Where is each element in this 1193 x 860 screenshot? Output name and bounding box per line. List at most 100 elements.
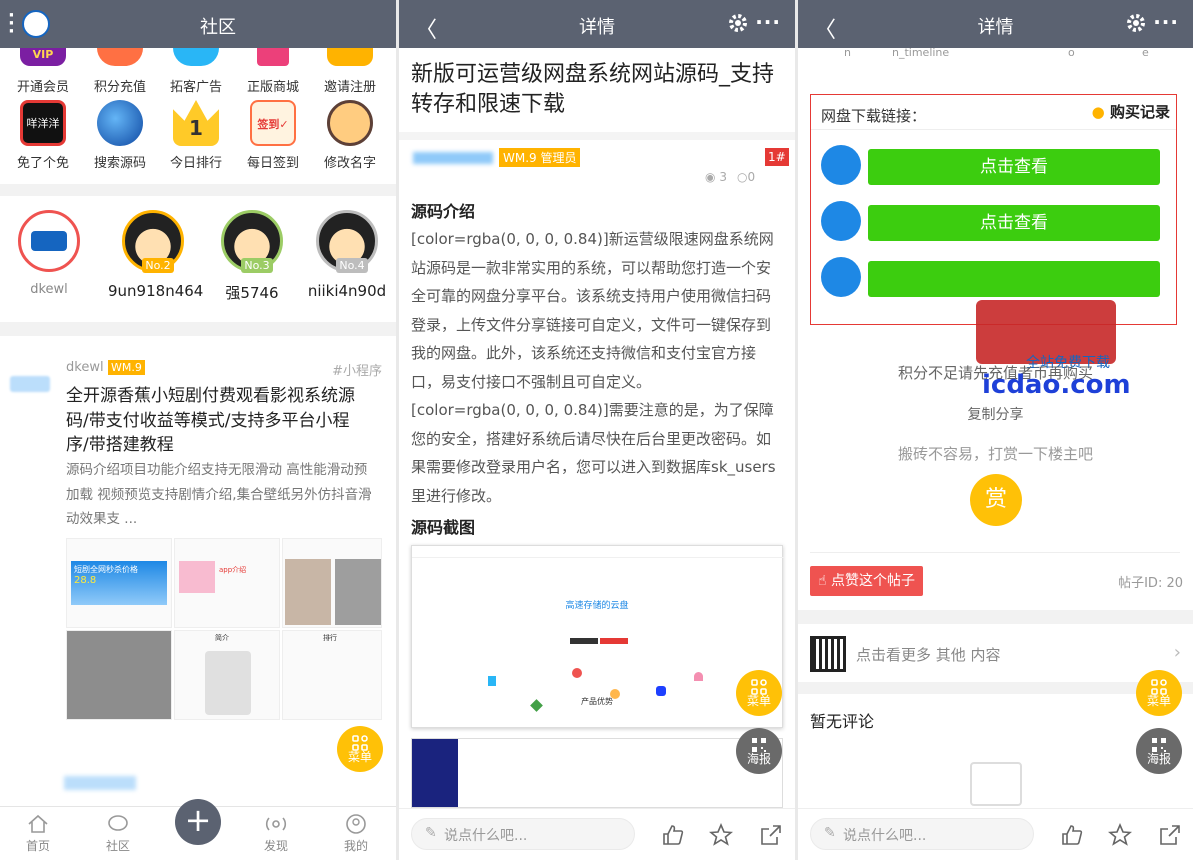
fab-label: 菜单 <box>746 694 771 708</box>
purchase-label: 购买记录 <box>1109 103 1170 121</box>
grid-item-invite[interactable]: 邀请注册 <box>314 48 386 95</box>
grid-item-shop[interactable]: 正版商城 <box>237 48 309 95</box>
tab-label: 我的 <box>343 839 368 853</box>
intro-paragraph: [color=rgba(0, 0, 0, 0.84)]新运营级限速网盘系统网站源… <box>411 230 774 391</box>
broadcast-icon <box>265 817 287 831</box>
comment-bar: 说点什么吧... ✎ <box>798 808 1193 860</box>
rank-user-4[interactable]: No.4 niiki4n90d <box>302 210 392 300</box>
tab-home[interactable]: 首页 <box>8 813 68 854</box>
gear-icon[interactable] <box>1125 12 1147 34</box>
view-link-button-2[interactable]: 点击查看 <box>868 205 1160 241</box>
rank-user-2[interactable]: No.2 9un918n464 <box>108 210 203 300</box>
post-add-button[interactable]: + <box>175 799 221 845</box>
more-vertical-icon[interactable]: · · · <box>8 7 15 41</box>
tab-label: 社区 <box>105 839 130 853</box>
divider <box>811 129 1176 130</box>
divider <box>399 132 795 140</box>
decor-dot <box>694 672 703 681</box>
grid-item-search[interactable]: 搜索源码 <box>84 100 156 171</box>
view-link-button-3[interactable] <box>868 261 1160 297</box>
poster-fab[interactable]: 海报 <box>1136 728 1182 774</box>
gift-icon <box>327 48 373 66</box>
qrcode-icon <box>1152 738 1166 752</box>
community-panel: · · · 社区 VIP 开通会员 积分充值 拓客广告 正版商城 邀请注册 咩洋洋 … <box>0 0 396 860</box>
comment-input[interactable]: 说点什么吧... <box>810 818 1034 850</box>
detail-panel-article: 〈 详情 ··· 新版可运营级网盘系统网站源码_支持转存和限速下载 WM.9 管… <box>399 0 795 860</box>
copy-share-link[interactable]: 复制分享 <box>798 404 1193 424</box>
free-icon: 咩洋洋 <box>20 100 66 146</box>
view-link-button-1[interactable]: 点击查看 <box>868 149 1160 185</box>
avatar: No.3 <box>221 210 283 273</box>
admin-sidebar <box>412 739 458 807</box>
more-content-link[interactable]: 点击看更多 其他 内容 › <box>798 626 1193 682</box>
more-icon[interactable]: ··· <box>755 10 781 34</box>
grid-item-rank[interactable]: 1 今日排行 <box>160 100 232 171</box>
grid-label: 今日排行 <box>169 156 222 171</box>
poster-fab[interactable]: 海报 <box>736 728 782 774</box>
post-thumbnail-6[interactable]: 排行 <box>282 630 382 720</box>
post-thumbnail-1[interactable]: 短剧全网秒杀价格 28.8 <box>66 538 172 628</box>
like-label: 点赞这个帖子 <box>830 573 915 589</box>
level-badge: WM.9 管理员 <box>499 148 581 167</box>
post-id: 帖子ID: 20 <box>1118 576 1183 591</box>
reward-button[interactable]: 赏 <box>970 474 1022 526</box>
qrcode-icon <box>810 636 846 672</box>
watermark-domain: icdao.com <box>982 370 1131 400</box>
grid-item-recharge[interactable]: 积分充值 <box>84 48 156 95</box>
fab-label: 菜单 <box>347 750 372 764</box>
purchase-record-link[interactable]: ● 购买记录 <box>1092 101 1170 122</box>
face-icon <box>327 100 373 146</box>
vip-icon: VIP <box>20 48 66 66</box>
post-thumbnail-3[interactable] <box>282 538 382 628</box>
grid-item-checkin[interactable]: 签到✓ 每日签到 <box>237 100 309 171</box>
post-thumbnail-4[interactable] <box>66 630 172 720</box>
post-card[interactable]: dkewl WM.9 #小程序 全开源香蕉小短剧付费观看影视系统源码/带支付收益… <box>0 336 396 756</box>
fab-label: 海报 <box>1146 752 1171 766</box>
empty-state-icon <box>970 762 1022 806</box>
star-icon[interactable] <box>1108 823 1132 847</box>
post-thumbnail-2[interactable]: app介绍 <box>174 538 280 628</box>
share-icon[interactable] <box>1158 823 1182 847</box>
menu-fab[interactable]: 菜单 <box>1136 670 1182 716</box>
like-post-button[interactable]: ☝ 点赞这个帖子 <box>810 566 923 596</box>
menu-fab[interactable]: 菜单 <box>337 726 383 772</box>
more-icon[interactable]: ··· <box>1153 10 1179 34</box>
tab-me[interactable]: 我的 <box>326 813 386 854</box>
decor-dot <box>572 668 582 678</box>
rank-user-1[interactable]: dkewl <box>4 210 94 297</box>
level-badge: WM.9 <box>108 360 145 375</box>
grid-label: 修改名字 <box>323 156 376 171</box>
grid-item-vip[interactable]: VIP 开通会员 <box>7 48 79 95</box>
section-heading: 源码介绍 <box>411 202 476 221</box>
rank-badge: No.2 <box>142 258 174 273</box>
screenshot-2[interactable] <box>411 738 783 808</box>
thumb-image <box>179 561 215 593</box>
decor-dot <box>656 686 666 696</box>
tab-discover[interactable]: 发现 <box>246 813 306 854</box>
grid-item-ads[interactable]: 拓客广告 <box>160 48 232 95</box>
thumbs-up-icon[interactable] <box>661 823 685 847</box>
share-icon[interactable] <box>759 823 783 847</box>
screenshot-1[interactable]: 高速存储的云盘 产品优势 <box>411 545 784 728</box>
tab-community[interactable]: 社区 <box>88 813 148 854</box>
grid-item-free[interactable]: 咩洋洋 免了个免 <box>7 100 79 171</box>
post-thumbnail-5[interactable]: 简介 <box>174 630 280 720</box>
screenshot-nav <box>412 546 784 558</box>
comment-input[interactable]: 说点什么吧... <box>411 818 635 850</box>
gear-icon[interactable] <box>727 12 749 34</box>
grid-item-rename[interactable]: 修改名字 <box>314 100 386 171</box>
menu-fab[interactable]: 菜单 <box>736 670 782 716</box>
home-icon <box>28 814 48 833</box>
grid-label: 邀请注册 <box>323 80 376 95</box>
thumb-text: 排行 <box>323 634 337 642</box>
thumbs-up-icon[interactable] <box>1060 823 1084 847</box>
no-comments-label: 暂无评论 <box>810 712 875 731</box>
post-title[interactable]: 全开源香蕉小短剧付费观看影视系统源码/带支付收益等模式/支持多平台小程序/带搭建… <box>66 384 372 458</box>
star-icon[interactable] <box>709 823 733 847</box>
detail-panel-download: 〈 详情 ··· n n_timeline o e 网盘下载链接： ● 购买记录… <box>798 0 1193 860</box>
screenshot-heading: 高速存储的云盘 <box>565 601 629 611</box>
grid-label: 每日签到 <box>246 156 299 171</box>
eye-icon: ◉ <box>705 170 716 184</box>
rank-user-3[interactable]: No.3 强5746 <box>207 210 297 303</box>
screenshot-btn <box>570 638 598 644</box>
